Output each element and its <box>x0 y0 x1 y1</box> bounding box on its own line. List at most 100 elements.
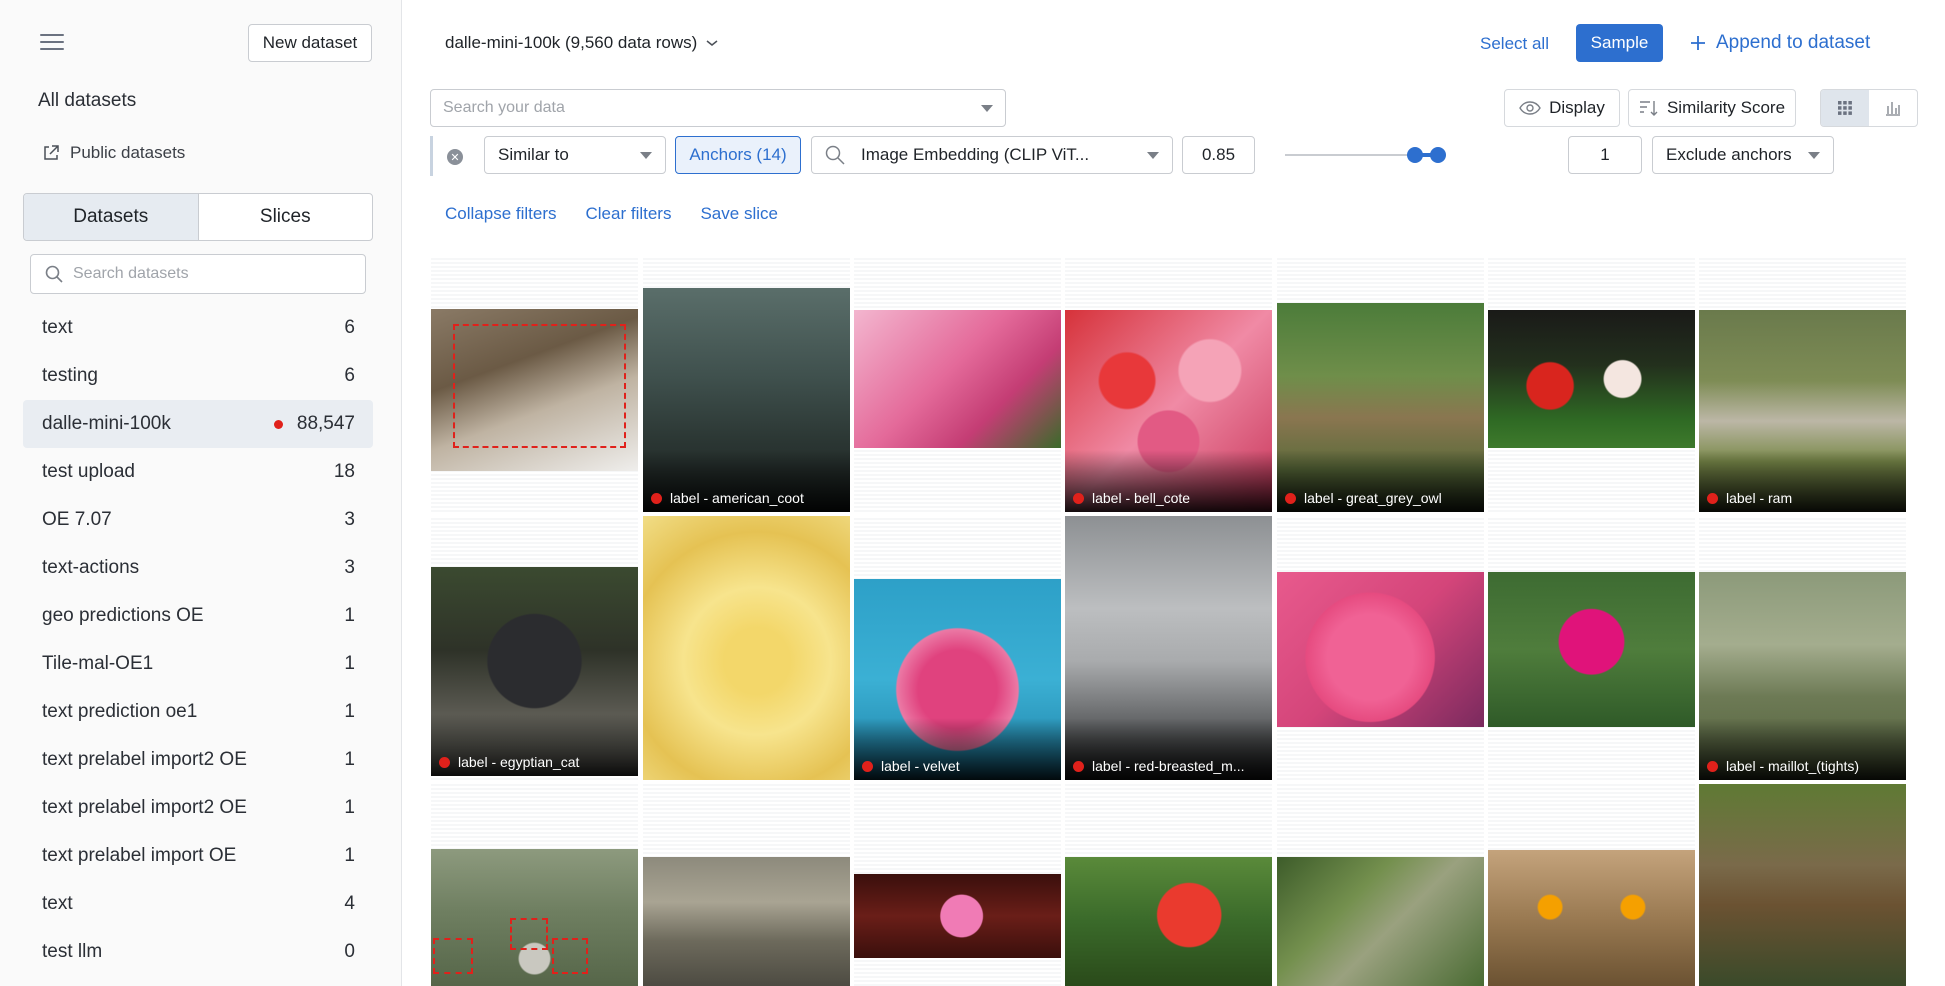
label-dot <box>1707 492 1718 504</box>
thumbnail-image <box>1488 572 1695 727</box>
image-tile-pink-rose-blue[interactable]: label - velvet <box>854 579 1061 780</box>
image-tile-eagle-owl[interactable] <box>1488 850 1695 986</box>
image-tile-pink-rose[interactable] <box>854 310 1061 448</box>
external-link-icon <box>44 145 59 160</box>
similarity-score-sort-button[interactable]: Similarity Score <box>1628 89 1796 127</box>
data-search-box <box>430 89 1006 127</box>
dataset-name: OE 7.07 <box>42 509 112 530</box>
image-tile-brown-owl[interactable] <box>1699 784 1906 986</box>
tile-label-text: label - red-breasted_m... <box>1092 758 1245 774</box>
dataset-count: 1 <box>344 653 355 674</box>
chevron-down-icon[interactable] <box>981 104 993 112</box>
dataset-item[interactable]: geo predictions OE 1 <box>23 592 373 640</box>
image-tile-sheep[interactable]: label - ram <box>1699 310 1906 512</box>
tile-label-text: label - maillot_(tights) <box>1726 758 1860 774</box>
dataset-item[interactable]: text prelabel import2 OE 1 <box>23 736 373 784</box>
tile-label-text: label - american_coot <box>670 490 804 506</box>
clear-filters-link[interactable]: Clear filters <box>586 204 672 224</box>
all-datasets-heading[interactable]: All datasets <box>38 90 136 112</box>
search-data-input[interactable] <box>443 99 943 117</box>
threshold-input[interactable]: 0.85 <box>1182 136 1255 174</box>
grid-view-icon[interactable] <box>1821 90 1869 126</box>
anchors-button[interactable]: Anchors (14) <box>675 136 801 174</box>
thumbnail-image <box>1488 850 1695 986</box>
select-all-link[interactable]: Select all <box>1480 34 1549 54</box>
search-datasets-input[interactable] <box>73 265 353 283</box>
public-datasets-label: Public datasets <box>70 143 186 162</box>
dataset-item[interactable]: OE 7.07 3 <box>23 496 373 544</box>
dataset-item[interactable]: text 6 <box>23 304 373 352</box>
dataset-count: 1 <box>344 605 355 626</box>
image-tile-pink-rose-flowers[interactable] <box>1277 572 1484 727</box>
dataset-item[interactable]: text 4 <box>23 880 373 928</box>
image-tile-tulips[interactable] <box>1488 310 1695 448</box>
image-tile-cat-tree[interactable] <box>1277 857 1484 986</box>
dataset-item[interactable]: text-actions 3 <box>23 544 373 592</box>
dataset-item[interactable]: test upload 18 <box>23 448 373 496</box>
dataset-selector[interactable]: dalle-mini-100k (9,560 data rows) <box>445 33 719 53</box>
embedding-value: Image Embedding (CLIP ViT... <box>861 145 1090 164</box>
annotation-bbox <box>510 918 548 950</box>
dataset-item-active[interactable]: dalle-mini-100k 88,547 <box>23 400 373 448</box>
dataset-name: text <box>42 317 73 338</box>
filter-mode-select[interactable]: Similar to <box>484 136 666 174</box>
dataset-count: 6 <box>344 317 355 338</box>
image-tile-ducks[interactable]: label - american_coot <box>643 288 850 512</box>
image-tile-goose[interactable]: label - maillot_(tights) <box>1699 572 1906 780</box>
filter-indicator <box>430 136 433 176</box>
image-tile-owl-fence[interactable]: label - great_grey_owl <box>1277 303 1484 512</box>
slider-handle-high[interactable] <box>1430 147 1446 163</box>
save-slice-link[interactable]: Save slice <box>700 204 777 224</box>
image-tile-yellow-rose[interactable] <box>643 516 850 780</box>
tab-datasets[interactable]: Datasets <box>24 194 199 240</box>
similarity-slider[interactable] <box>1285 136 1446 174</box>
chevron-down-icon <box>706 40 718 46</box>
collapse-filters-link[interactable]: Collapse filters <box>445 204 557 224</box>
slider-handle-low[interactable] <box>1407 147 1423 163</box>
label-dot <box>439 756 450 768</box>
embedding-select[interactable]: Image Embedding (CLIP ViT... <box>811 136 1173 174</box>
tile-label-text: label - bell_cote <box>1092 490 1191 506</box>
new-dataset-button[interactable]: New dataset <box>248 24 372 62</box>
sample-button[interactable]: Sample <box>1576 24 1663 62</box>
dataset-count: 4 <box>344 893 355 914</box>
tile-label: label - great_grey_owl <box>1285 490 1442 506</box>
dataset-item[interactable]: text prelabel import OE 1 <box>23 832 373 880</box>
thumbnail-image <box>643 857 850 986</box>
append-to-dataset-button[interactable]: Append to dataset <box>1690 32 1870 54</box>
tile-label: label - red-breasted_m... <box>1073 758 1245 774</box>
tab-slices[interactable]: Slices <box>199 194 373 240</box>
similarity-label: Similarity Score <box>1666 98 1786 117</box>
dataset-item[interactable]: testing 6 <box>23 352 373 400</box>
image-tile-magenta-rose[interactable] <box>1488 572 1695 727</box>
chart-view-icon[interactable] <box>1869 90 1917 126</box>
dataset-item[interactable]: test llm 0 <box>23 928 373 976</box>
display-button[interactable]: Display <box>1504 89 1620 127</box>
image-tile-rose-bouquet[interactable]: label - bell_cote <box>1065 310 1272 512</box>
k-value-input[interactable]: 1 <box>1568 136 1642 174</box>
view-toggle <box>1820 89 1918 127</box>
dataset-item[interactable]: Tile-mal-OE1 1 <box>23 640 373 688</box>
dataset-item[interactable]: text prediction oe1 1 <box>23 688 373 736</box>
label-dot <box>1285 492 1296 504</box>
image-tile-birds-water[interactable]: label - red-breasted_m... <box>1065 516 1272 780</box>
image-tile-red-rose[interactable] <box>1065 857 1272 986</box>
image-tile-black-cat[interactable]: label - egyptian_cat <box>431 567 638 776</box>
filter-mode-value: Similar to <box>498 145 569 164</box>
anchors-option-select[interactable]: Exclude anchors <box>1652 136 1834 174</box>
label-dot <box>651 492 662 504</box>
dataset-name: test llm <box>42 941 103 962</box>
dataset-name: text prelabel import2 OE <box>42 797 247 818</box>
dataset-count: 1 <box>344 797 355 818</box>
image-tile-otter[interactable] <box>643 857 850 986</box>
remove-filter-icon[interactable]: ✕ <box>447 149 463 165</box>
menu-icon[interactable] <box>40 34 64 54</box>
public-datasets-link[interactable]: Public datasets <box>42 143 185 163</box>
thumbnail-image <box>1488 310 1695 448</box>
tile-label-text: label - velvet <box>881 758 960 774</box>
image-tile-rose-frame[interactable] <box>854 874 1061 958</box>
label-dot <box>1707 760 1718 772</box>
tile-label: label - egyptian_cat <box>439 754 579 770</box>
dataset-item[interactable]: text prelabel import2 OE 1 <box>23 784 373 832</box>
dataset-name: text prelabel import2 OE <box>42 749 247 770</box>
